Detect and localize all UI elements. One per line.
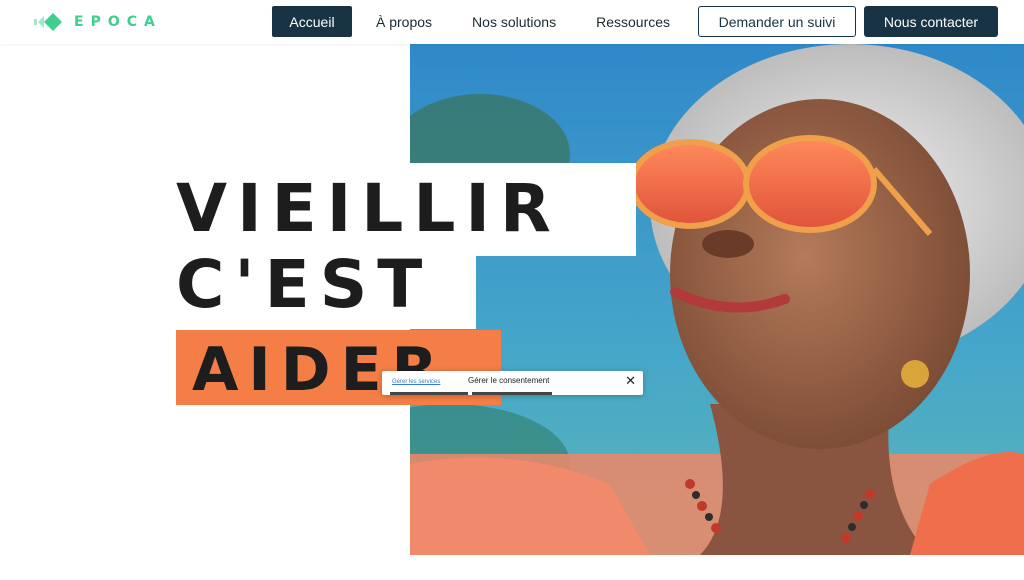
headline-line-2: C'EST xyxy=(176,246,433,323)
manage-services-link[interactable]: Gérer les services xyxy=(392,379,440,385)
site-header: EPOCA Accueil À propos Nos solutions Res… xyxy=(0,0,1024,44)
consent-action-button[interactable] xyxy=(390,392,468,395)
brand-name: EPOCA xyxy=(74,14,162,30)
nav-nos-solutions[interactable]: Nos solutions xyxy=(452,6,576,37)
follow-up-button[interactable]: Demander un suivi xyxy=(698,6,856,37)
consent-banner: Gérer les services Gérer le consentement… xyxy=(382,371,643,395)
nav-a-propos[interactable]: À propos xyxy=(356,6,452,37)
epoca-logo-icon xyxy=(32,9,64,35)
consent-action-button[interactable] xyxy=(472,392,552,395)
nav-accueil[interactable]: Accueil xyxy=(272,6,352,37)
nav-ressources[interactable]: Ressources xyxy=(576,6,690,37)
close-icon[interactable]: ✕ xyxy=(625,373,636,389)
consent-title: Gérer le consentement xyxy=(468,376,550,385)
main-nav: Accueil À propos Nos solutions Ressource… xyxy=(272,6,690,37)
hero-photo xyxy=(410,44,1024,555)
contact-button[interactable]: Nous contacter xyxy=(864,6,998,37)
site-logo[interactable]: EPOCA xyxy=(32,8,162,36)
headline-line-1: VIEILLIR xyxy=(176,170,561,247)
